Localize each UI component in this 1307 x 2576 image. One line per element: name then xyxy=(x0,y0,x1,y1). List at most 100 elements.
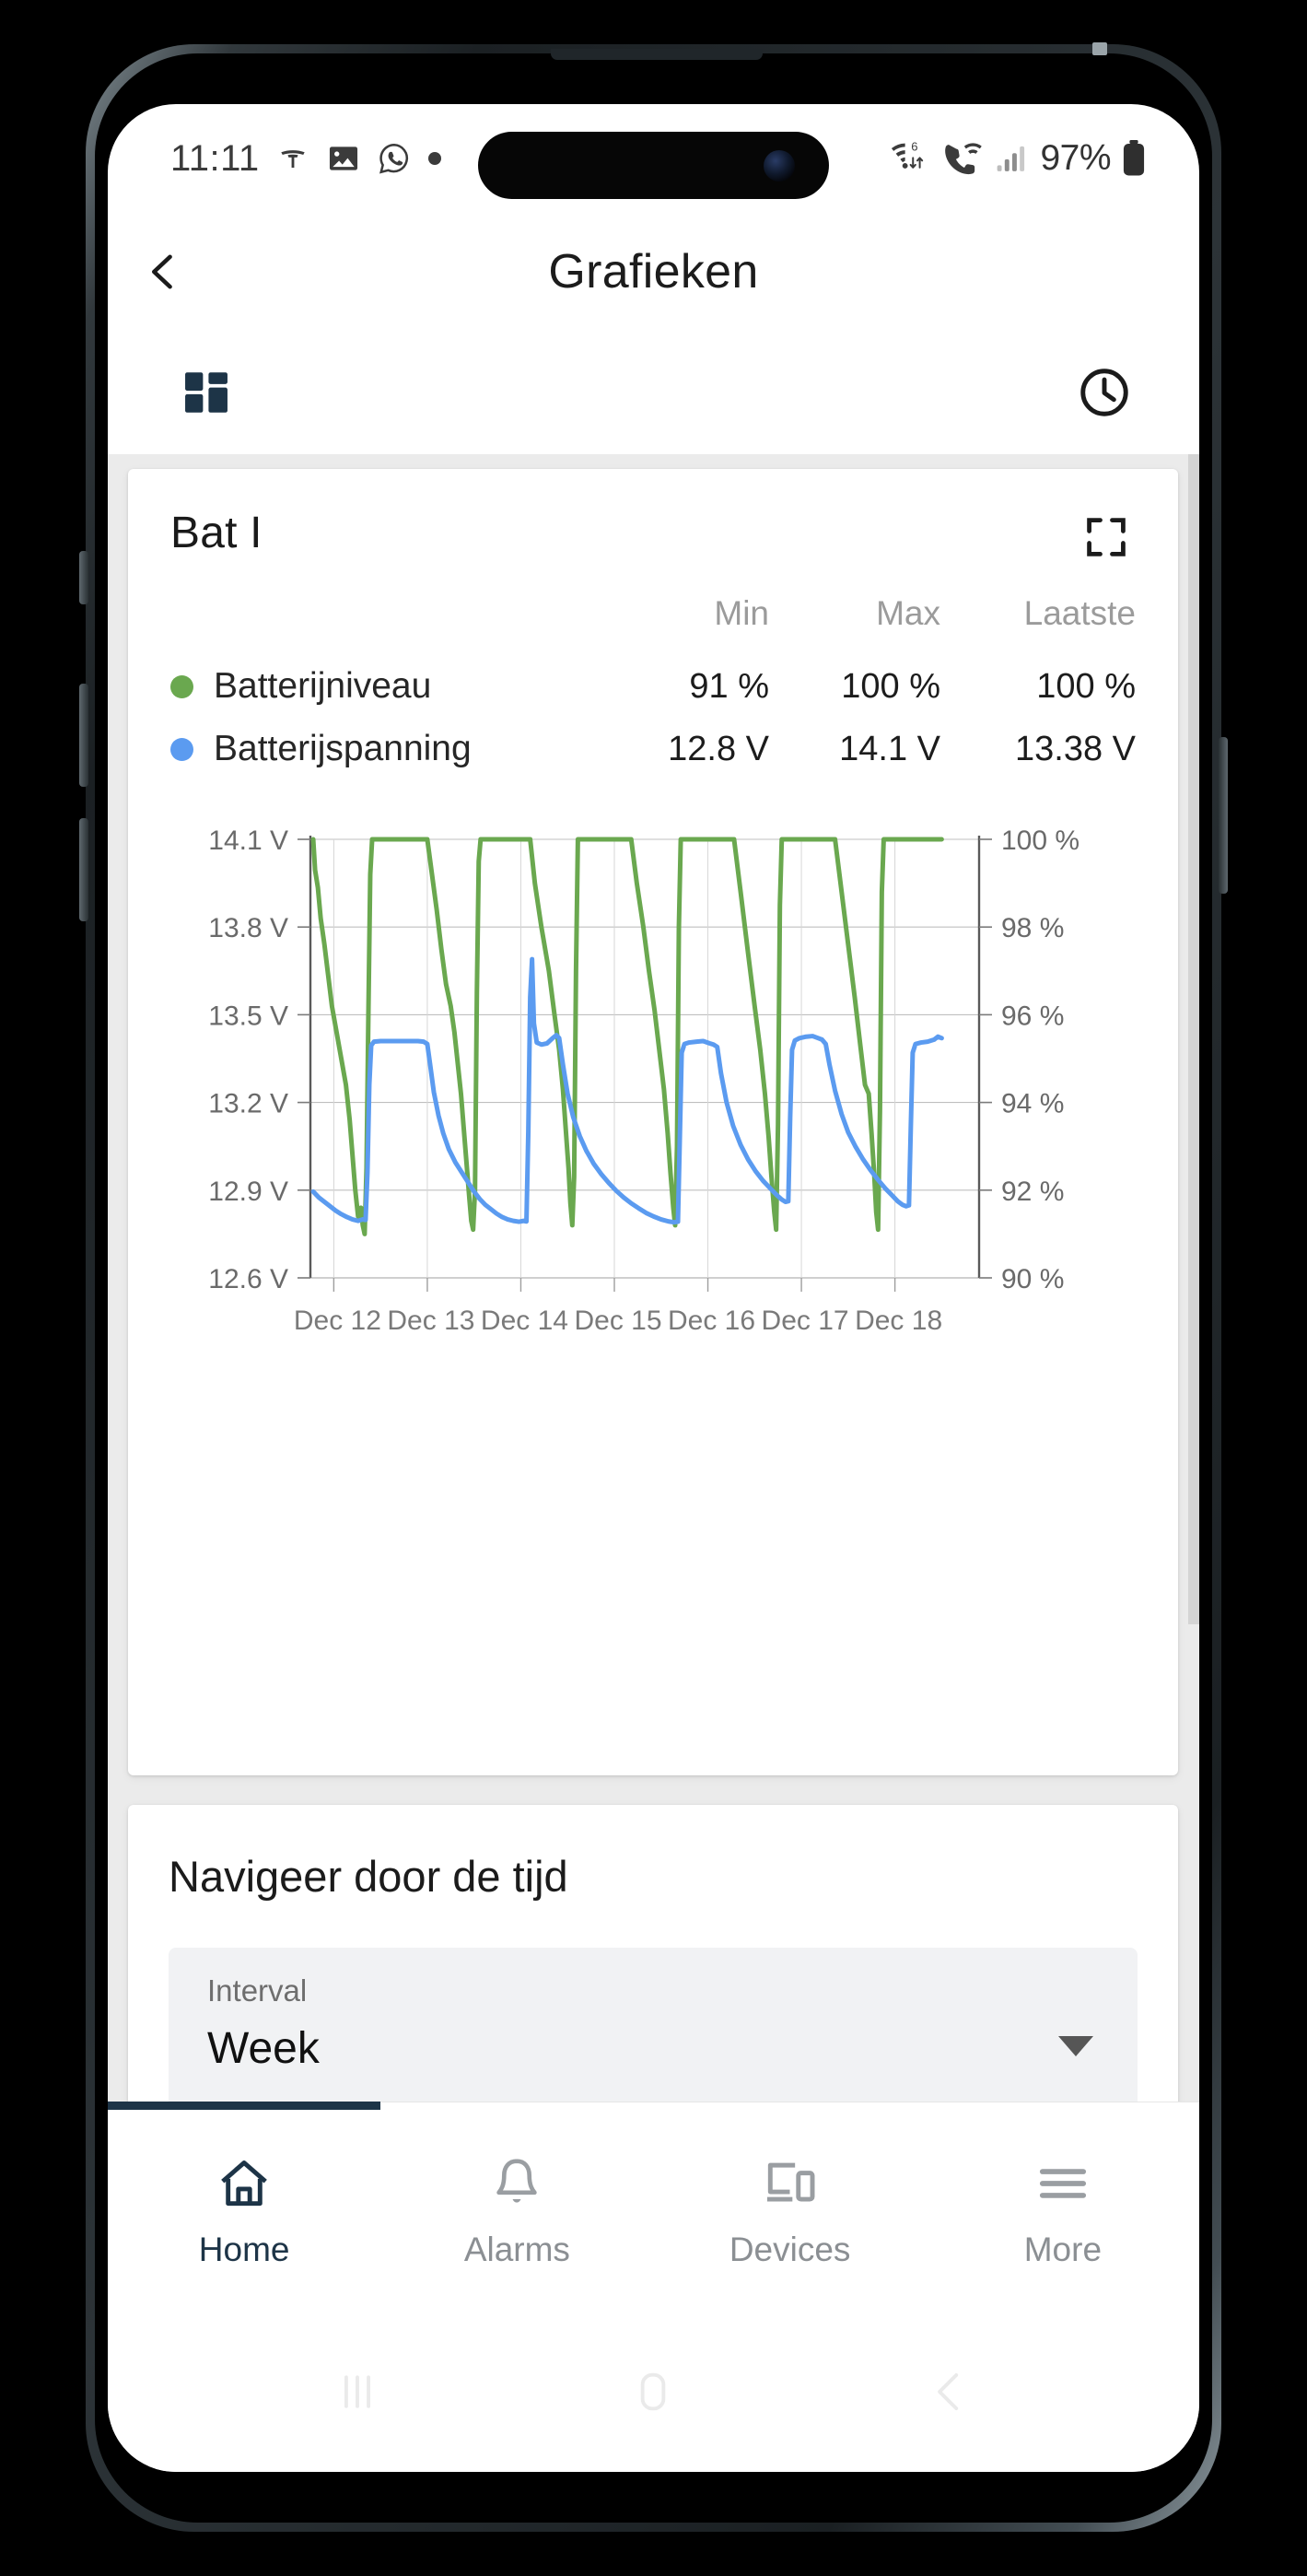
front-camera-icon xyxy=(764,149,795,181)
time-navigation-title: Navigeer door de tijd xyxy=(169,1852,568,1901)
earpiece-speaker-slot xyxy=(551,49,763,60)
dynamic-island xyxy=(478,132,829,199)
svg-text:Dec 15: Dec 15 xyxy=(574,1306,661,1336)
power-button[interactable] xyxy=(1219,737,1228,894)
stats-col-min: Min xyxy=(714,594,769,632)
clock-history-icon xyxy=(1080,369,1128,416)
content-scrollbar[interactable] xyxy=(1188,454,1199,2255)
tab-home[interactable]: Home xyxy=(108,2102,381,2312)
image-icon xyxy=(329,146,357,170)
line-chart-svg: 12.6 V 12.9 V 13.2 V 13.5 V 13.8 V 14.1 V 90 %… xyxy=(208,826,1079,1336)
dot-indicator-icon xyxy=(427,152,441,165)
tab-label-home: Home xyxy=(198,2230,290,2268)
series-last-value: 13.38 V xyxy=(1015,729,1136,768)
battery-icon xyxy=(1123,140,1145,176)
table-row: Batterijniveau 91 % 100 % 100 % xyxy=(170,655,1136,718)
series-last-value: 100 % xyxy=(1036,666,1136,706)
tab-alarms[interactable]: Alarms xyxy=(380,2102,653,2312)
wifi-calling-icon xyxy=(945,143,983,175)
bottom-tab-bar: Home Alarms Devices More xyxy=(108,2102,1199,2312)
page-title: Grafieken xyxy=(548,245,759,299)
legend-dot-batterijniveau xyxy=(170,674,193,698)
battery-chart-card: Bat I Min Max Laatste Batterijniveau 91 … xyxy=(128,469,1178,1775)
volume-up-button[interactable] xyxy=(79,684,88,787)
expand-fullscreen-icon xyxy=(1087,518,1126,556)
scrollbar-thumb[interactable] xyxy=(1188,454,1199,1624)
android-navigation-bar xyxy=(108,2312,1199,2472)
tab-label-devices: Devices xyxy=(729,2230,851,2268)
bell-icon xyxy=(496,2158,538,2203)
series-max-value: 100 % xyxy=(841,666,940,706)
svg-text:13.2 V: 13.2 V xyxy=(208,1089,288,1119)
tab-more[interactable]: More xyxy=(927,2102,1199,2312)
svg-text:92 %: 92 % xyxy=(1001,1177,1064,1207)
volume-down-button[interactable] xyxy=(79,818,88,921)
series-label: Batterijspanning xyxy=(214,729,472,768)
expand-chart-button[interactable] xyxy=(1082,513,1136,567)
status-bar-clock: 11:11 xyxy=(170,137,260,179)
svg-text:13.5 V: 13.5 V xyxy=(208,1001,288,1031)
battery-percentage-label: 97% xyxy=(1040,138,1111,178)
app-header: Grafieken xyxy=(108,213,1199,331)
svg-text:Dec 13: Dec 13 xyxy=(387,1306,474,1336)
series-label: Batterijniveau xyxy=(214,666,432,706)
stats-header-row: Min Max Laatste xyxy=(170,594,1136,655)
interval-select[interactable]: Interval Week xyxy=(169,1948,1138,2113)
svg-text:96 %: 96 % xyxy=(1001,1001,1064,1031)
caret-down-icon xyxy=(1058,2036,1093,2056)
svg-text:6: 6 xyxy=(912,140,918,154)
antenna-band xyxy=(1092,42,1107,55)
svg-text:90 %: 90 % xyxy=(1001,1264,1064,1294)
tab-devices[interactable]: Devices xyxy=(654,2102,927,2312)
svg-text:Dec 18: Dec 18 xyxy=(855,1306,942,1336)
svg-text:12.9 V: 12.9 V xyxy=(208,1177,288,1207)
svg-text:14.1 V: 14.1 V xyxy=(208,826,288,856)
android-home-icon[interactable] xyxy=(626,2365,680,2418)
svg-text:Dec 16: Dec 16 xyxy=(668,1306,755,1336)
dashboard-view-button[interactable] xyxy=(180,366,233,419)
svg-text:Dec 14: Dec 14 xyxy=(481,1306,568,1336)
stats-col-max: Max xyxy=(876,594,940,632)
recents-icon[interactable] xyxy=(331,2365,384,2418)
interval-label: Interval xyxy=(207,1973,308,2008)
series-max-value: 14.1 V xyxy=(839,729,940,768)
scroll-content[interactable]: Bat I Min Max Laatste Batterijniveau 91 … xyxy=(108,454,1199,2255)
stats-col-name xyxy=(170,594,598,655)
cellular-signal-icon xyxy=(998,146,1025,171)
svg-text:98 %: 98 % xyxy=(1001,913,1064,943)
chart-plot-area[interactable]: 12.6 V 12.9 V 13.2 V 13.5 V 13.8 V 14.1 V 90 %… xyxy=(170,826,1136,1361)
svg-text:12.6 V: 12.6 V xyxy=(208,1264,288,1294)
chart-card-header: Bat I xyxy=(170,508,1136,561)
devices-icon xyxy=(766,2162,815,2202)
series-name-cell: Batterijspanning xyxy=(170,718,598,780)
tab-label-alarms: Alarms xyxy=(463,2230,570,2268)
dashboard-grid-icon xyxy=(185,372,228,413)
svg-text:94 %: 94 % xyxy=(1001,1089,1064,1119)
series-name-cell: Batterijniveau xyxy=(170,655,598,718)
svg-text:Dec 17: Dec 17 xyxy=(762,1306,849,1336)
chart-card-title: Bat I xyxy=(170,509,263,557)
legend-dot-batterijspanning xyxy=(170,737,193,761)
series-min-value: 91 % xyxy=(689,666,769,706)
history-time-button[interactable] xyxy=(1076,364,1133,421)
wifi-6-icon: 6 xyxy=(892,140,924,169)
interval-value: Week xyxy=(207,2024,320,2073)
series-stats-table: Min Max Laatste Batterijniveau 91 % 100 … xyxy=(170,594,1136,780)
phone-screen: 11:11 6 97% Grafieken Bat I Min Max Laat… xyxy=(108,104,1199,2472)
android-back-icon[interactable] xyxy=(923,2365,976,2418)
menu-icon xyxy=(1039,2168,1086,2198)
whatsapp-icon xyxy=(379,144,408,174)
tesla-icon xyxy=(281,150,305,168)
chart-toolbar xyxy=(108,331,1199,454)
svg-text:100 %: 100 % xyxy=(1001,826,1079,856)
silent-switch[interactable] xyxy=(79,551,88,604)
status-bar-right: 6 97% xyxy=(891,138,1146,179)
tab-label-more: More xyxy=(1023,2230,1103,2268)
home-icon xyxy=(221,2160,267,2206)
svg-text:Dec 12: Dec 12 xyxy=(294,1306,381,1336)
status-bar-left: 11:11 xyxy=(170,138,442,180)
table-row: Batterijspanning 12.8 V 14.1 V 13.38 V xyxy=(170,718,1136,780)
stats-col-last: Laatste xyxy=(1023,594,1136,632)
series-min-value: 12.8 V xyxy=(668,729,769,768)
svg-text:13.8 V: 13.8 V xyxy=(208,913,288,943)
